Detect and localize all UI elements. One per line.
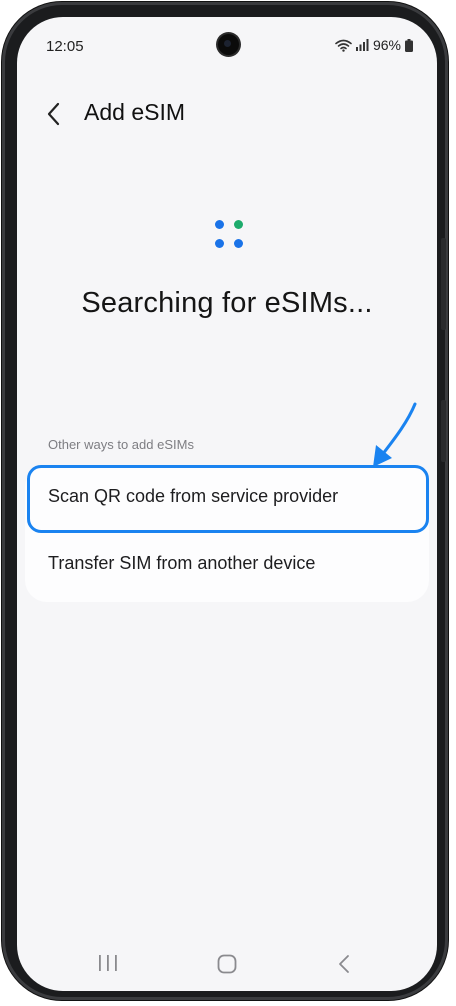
phone-frame: 12:05 96% Add eSIM Searching for eSIMs..… — [2, 2, 448, 1000]
home-icon — [217, 954, 237, 974]
loading-dot — [234, 220, 243, 229]
loading-dot — [234, 239, 243, 248]
battery-percent: 96% — [372, 37, 401, 53]
pointer-arrow-icon — [373, 402, 417, 467]
section-label: Other ways to add eSIMs — [48, 437, 194, 452]
battery-icon — [405, 38, 413, 52]
front-camera — [218, 34, 239, 55]
screen: 12:05 96% Add eSIM Searching for eSIMs..… — [17, 17, 437, 991]
back-icon — [339, 955, 349, 973]
back-button[interactable] — [43, 99, 67, 129]
navigation-bar — [17, 931, 437, 991]
status-bar: 12:05 96% — [17, 17, 437, 73]
options-card: Scan QR code from service provider Trans… — [25, 465, 429, 602]
scan-qr-code-option[interactable]: Scan QR code from service provider — [25, 465, 429, 529]
app-header: Add eSIM — [17, 95, 437, 135]
loading-dot — [215, 220, 224, 229]
chevron-left-icon — [47, 102, 60, 126]
status-icons: 96% — [335, 37, 413, 53]
wifi-icon — [335, 39, 352, 52]
signal-icon — [355, 39, 369, 51]
home-button[interactable] — [217, 954, 237, 979]
option-label: Transfer SIM from another device — [48, 553, 316, 573]
power-button — [441, 400, 446, 462]
volume-button — [441, 238, 446, 330]
option-label: Scan QR code from service provider — [48, 486, 339, 506]
recents-icon — [99, 955, 117, 971]
recents-button[interactable] — [99, 955, 117, 976]
page-title: Add eSIM — [84, 99, 185, 125]
searching-status: Searching for eSIMs... — [81, 287, 373, 319]
loading-indicator — [215, 220, 245, 250]
system-back-button[interactable] — [338, 954, 350, 979]
status-time: 12:05 — [46, 38, 84, 55]
loading-dot — [215, 239, 224, 248]
transfer-sim-option[interactable]: Transfer SIM from another device — [25, 534, 429, 598]
